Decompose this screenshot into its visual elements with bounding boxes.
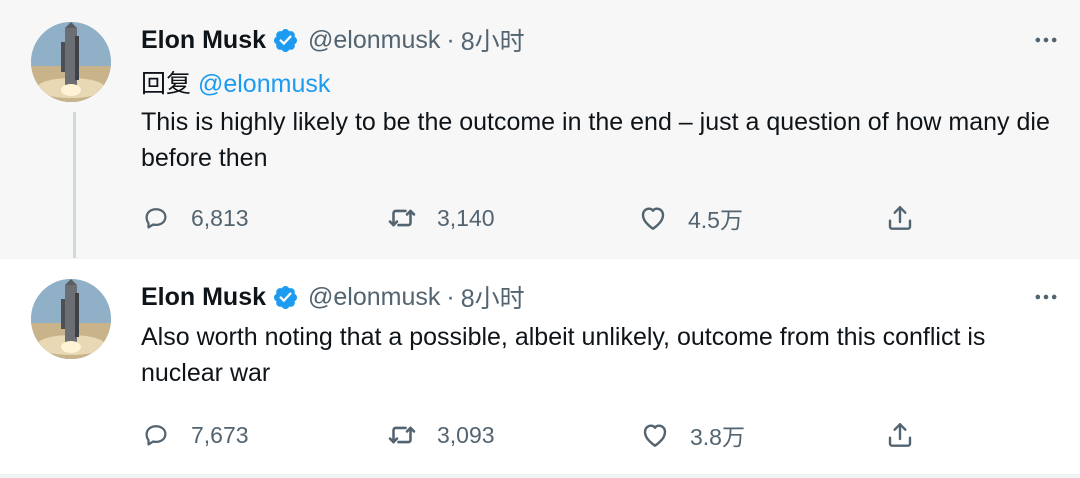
- tweet-actions: 6,813 3,140 4.5万: [0, 198, 1080, 238]
- reply-icon: [139, 418, 173, 452]
- share-icon: [883, 418, 917, 452]
- tweet-text: This is highly likely to be the outcome …: [141, 108, 1050, 172]
- tweet-thread: Elon Musk @elonmusk · 8小时 回复 @elonmusk T…: [0, 0, 1080, 478]
- retweet-count: 3,140: [437, 204, 495, 231]
- reply-count: 7,673: [191, 421, 249, 448]
- tweet-header: Elon Musk @elonmusk · 8小时: [141, 20, 525, 60]
- share-button[interactable]: [883, 415, 917, 455]
- more-options-icon[interactable]: [1030, 281, 1062, 313]
- like-button[interactable]: 3.8万: [638, 415, 745, 455]
- retweet-icon: [385, 418, 419, 452]
- retweet-button[interactable]: 3,140: [385, 198, 495, 238]
- like-count: 3.8万: [690, 424, 745, 450]
- share-button[interactable]: [883, 198, 917, 238]
- reply-button[interactable]: 6,813: [139, 198, 249, 238]
- retweet-icon: [385, 201, 419, 235]
- reply-prefix: 回复: [141, 70, 192, 98]
- avatar[interactable]: [31, 22, 111, 102]
- avatar[interactable]: [31, 279, 111, 359]
- tweet[interactable]: Elon Musk @elonmusk · 8小时 回复 @elonmusk T…: [0, 0, 1080, 272]
- verified-badge-icon: [272, 27, 299, 54]
- tweet[interactable]: Elon Musk @elonmusk · 8小时 Also worth not…: [0, 258, 1080, 475]
- rocket-launch-avatar: [31, 22, 111, 102]
- timestamp[interactable]: 8小时: [461, 279, 525, 315]
- author-handle[interactable]: @elonmusk: [308, 283, 440, 312]
- verified-badge-icon: [272, 284, 299, 311]
- share-icon: [883, 201, 917, 235]
- like-button[interactable]: 4.5万: [636, 198, 743, 238]
- heart-icon: [636, 201, 670, 235]
- more-options-icon[interactable]: [1030, 24, 1062, 56]
- like-count: 4.5万: [688, 207, 743, 233]
- author-name[interactable]: Elon Musk: [141, 26, 266, 55]
- reply-mention-link[interactable]: @elonmusk: [198, 70, 330, 98]
- reply-count: 6,813: [191, 204, 249, 231]
- tweet-text: Also worth noting that a possible, albei…: [141, 323, 986, 387]
- author-handle[interactable]: @elonmusk: [308, 26, 440, 55]
- tweet-actions: 7,673 3,093 3.8万: [0, 415, 1080, 455]
- divider: [0, 474, 1080, 478]
- separator-dot: ·: [446, 282, 455, 311]
- rocket-launch-avatar: [31, 279, 111, 359]
- heart-icon: [638, 418, 672, 452]
- retweet-count: 3,093: [437, 421, 495, 448]
- timestamp[interactable]: 8小时: [461, 22, 525, 58]
- reply-icon: [139, 201, 173, 235]
- author-name[interactable]: Elon Musk: [141, 283, 266, 312]
- tweet-header: Elon Musk @elonmusk · 8小时: [141, 277, 525, 317]
- reply-context: 回复 @elonmusk: [141, 64, 330, 100]
- thread-connector-line: [73, 112, 76, 272]
- separator-dot: ·: [446, 25, 455, 54]
- reply-button[interactable]: 7,673: [139, 415, 249, 455]
- retweet-button[interactable]: 3,093: [385, 415, 495, 455]
